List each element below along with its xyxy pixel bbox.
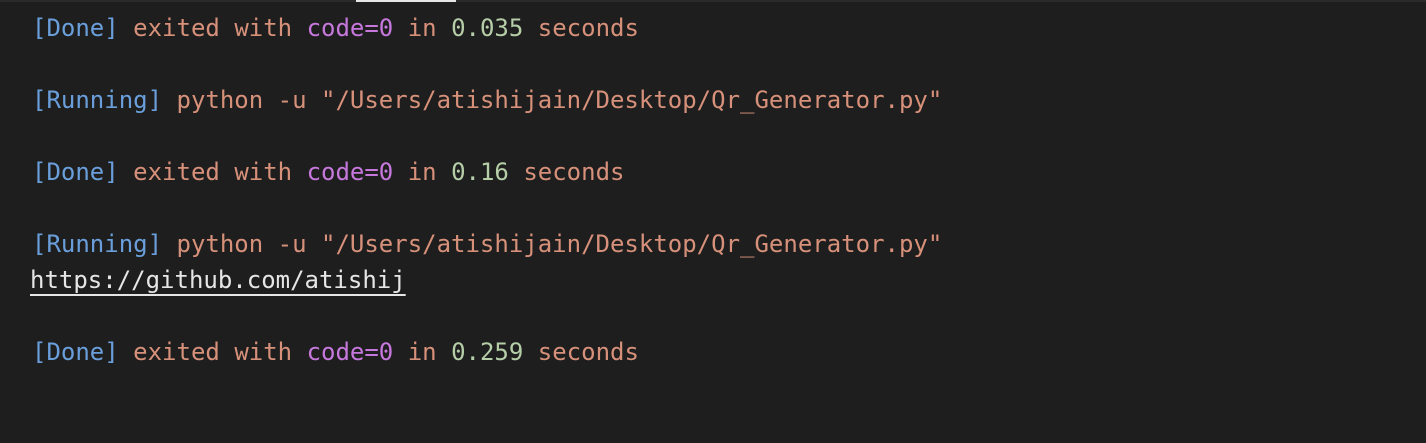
with-text: with bbox=[234, 338, 293, 366]
elapsed-time: 0.16 bbox=[451, 158, 509, 186]
run-command: python -u "/Users/atishijain/Desktop/Qr_… bbox=[176, 230, 943, 258]
in-text: in bbox=[407, 158, 437, 186]
time-unit: seconds bbox=[523, 158, 625, 186]
active-tab-indicator bbox=[356, 0, 456, 2]
output-line-running: [Running] python -u "/Users/atishijain/D… bbox=[32, 226, 1406, 262]
exit-code: code=0 bbox=[306, 14, 394, 42]
with-text: with bbox=[234, 158, 293, 186]
panel-top-border bbox=[0, 0, 1426, 2]
in-text: in bbox=[407, 338, 437, 366]
exited-text: exited bbox=[133, 158, 220, 186]
with-text: with bbox=[234, 14, 293, 42]
running-tag: [Running] bbox=[32, 86, 163, 114]
exit-code: code=0 bbox=[306, 338, 394, 366]
output-line-running: [Running] python -u "/Users/atishijain/D… bbox=[32, 82, 1406, 118]
run-command: python -u "/Users/atishijain/Desktop/Qr_… bbox=[176, 86, 943, 114]
elapsed-time: 0.035 bbox=[451, 14, 524, 42]
output-line-done: [Done] exited with code=0 in 0.259 secon… bbox=[32, 334, 1406, 370]
github-link[interactable]: https://github.com/atishij bbox=[30, 266, 406, 294]
output-line-done: [Done] exited with code=0 in 0.16 second… bbox=[32, 154, 1406, 190]
exited-text: exited bbox=[133, 14, 220, 42]
running-tag: [Running] bbox=[32, 230, 163, 258]
output-line-done: [Done] exited with code=0 in 0.035 secon… bbox=[32, 10, 1406, 46]
in-text: in bbox=[407, 14, 437, 42]
exited-text: exited bbox=[133, 338, 220, 366]
time-unit: seconds bbox=[537, 14, 639, 42]
output-line-link: https://github.com/atishij bbox=[30, 262, 1406, 298]
done-tag: [Done] bbox=[32, 338, 119, 366]
time-unit: seconds bbox=[537, 338, 639, 366]
elapsed-time: 0.259 bbox=[451, 338, 524, 366]
done-tag: [Done] bbox=[32, 14, 119, 42]
done-tag: [Done] bbox=[32, 158, 119, 186]
output-panel: [Done] exited with code=0 in 0.035 secon… bbox=[30, 10, 1406, 370]
exit-code: code=0 bbox=[306, 158, 394, 186]
